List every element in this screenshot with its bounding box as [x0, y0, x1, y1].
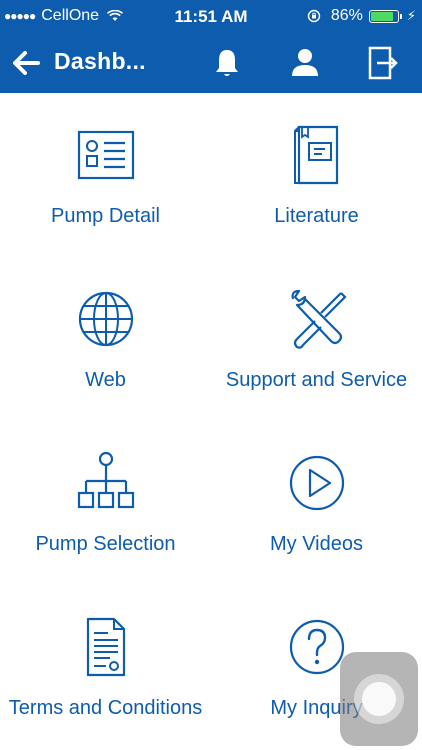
tile-label: Literature: [274, 205, 359, 227]
battery-icon: [368, 9, 402, 23]
tile-label: Pump Selection: [35, 533, 176, 555]
org-chart-icon: [77, 451, 134, 509]
tile-pump-detail[interactable]: Pump Detail: [0, 93, 211, 257]
battery-level: [370, 11, 393, 21]
globe-icon: [78, 291, 133, 347]
question-circle-icon: [289, 619, 344, 675]
tile-label: Support and Service: [225, 369, 408, 391]
play-circle-icon: [289, 455, 344, 511]
tile-web[interactable]: Web: [0, 257, 211, 421]
bell-icon[interactable]: [208, 44, 246, 82]
status-bar: ●●●●● CellOne 11:51 AM 86% ⚡: [0, 0, 422, 33]
nav-bar: Dashb...: [0, 33, 422, 93]
rotation-lock-icon: [307, 9, 321, 23]
page-title: Dashb...: [54, 48, 146, 74]
logout-icon[interactable]: [362, 44, 400, 82]
tile-label: Terms and Conditions: [8, 697, 203, 719]
document-icon: [86, 617, 125, 677]
book-icon: [293, 125, 338, 185]
charging-icon: ⚡: [406, 8, 416, 23]
assistive-touch-core: [362, 682, 396, 716]
tile-my-videos[interactable]: My Videos: [211, 421, 422, 585]
back-arrow-icon[interactable]: [8, 45, 44, 81]
tools-icon: [291, 289, 347, 349]
contact-card-icon: [77, 130, 134, 180]
tile-label: Web: [85, 369, 126, 391]
tile-literature[interactable]: Literature: [211, 93, 422, 257]
user-icon[interactable]: [286, 44, 324, 82]
assistive-touch-button[interactable]: [340, 652, 418, 746]
battery-percent: 86%: [330, 7, 363, 24]
tile-pump-selection[interactable]: Pump Selection: [0, 421, 211, 585]
tile-terms-and-conditions[interactable]: Terms and Conditions: [0, 585, 211, 749]
tile-label: Pump Detail: [51, 205, 160, 227]
status-right: 86% ⚡: [307, 7, 416, 25]
tile-label: My Videos: [269, 533, 363, 555]
tile-support-and-service[interactable]: Support and Service: [211, 257, 422, 421]
